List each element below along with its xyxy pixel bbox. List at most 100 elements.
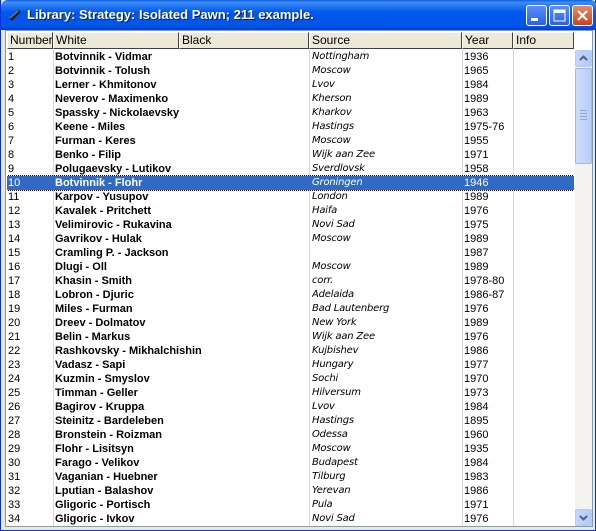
column-header-year[interactable]: Year bbox=[462, 32, 513, 49]
row-number: 34 bbox=[8, 513, 21, 525]
thumb-grip bbox=[580, 113, 587, 114]
row-year: 1958 bbox=[464, 163, 489, 175]
table-row[interactable]: 27 Steinitz - Bardeleben Hastings 1895 bbox=[7, 414, 574, 428]
table-row[interactable]: 32 Lputian - Balashov Yerevan 1986 bbox=[7, 484, 574, 498]
row-number: 30 bbox=[8, 457, 21, 469]
row-year: 1989 bbox=[464, 261, 489, 273]
table-row[interactable]: 16 Dlugi - Oll Moscow 1989 bbox=[7, 260, 574, 274]
close-button[interactable] bbox=[572, 5, 593, 26]
row-number: 6 bbox=[8, 121, 15, 133]
table-row[interactable]: 26 Bagirov - Kruppa Lvov 1984 bbox=[7, 400, 574, 414]
row-source: Hilversum bbox=[312, 387, 361, 398]
table-row[interactable]: 19 Miles - Furman Bad Lautenberg 1976 bbox=[7, 302, 574, 316]
table-row[interactable]: 10 Botvinnik - Flohr Groningen 1946 bbox=[7, 175, 574, 191]
row-players: Lobron - Djuric bbox=[55, 289, 134, 301]
row-players: Botvinnik - Tolush bbox=[55, 65, 151, 77]
table-row[interactable]: 11 Karpov - Yusupov London 1989 bbox=[7, 190, 574, 204]
row-source: Moscow bbox=[312, 65, 351, 76]
row-source bbox=[312, 246, 460, 260]
row-year: 1986 bbox=[464, 345, 489, 357]
table-row[interactable]: 14 Gavrikov - Hulak Moscow 1989 bbox=[7, 232, 574, 246]
column-header-white[interactable]: White bbox=[53, 32, 179, 49]
scroll-thumb[interactable] bbox=[575, 68, 592, 164]
row-source: Hungary bbox=[312, 359, 354, 370]
row-number: 22 bbox=[8, 345, 21, 357]
row-year: 1989 bbox=[464, 93, 489, 105]
row-source: Kherson bbox=[312, 93, 352, 104]
row-number: 33 bbox=[8, 499, 21, 511]
row-number: 20 bbox=[8, 317, 21, 329]
row-number: 29 bbox=[8, 443, 21, 455]
row-source: Hastings bbox=[312, 415, 354, 426]
row-source: Lvov bbox=[312, 79, 335, 90]
row-number: 25 bbox=[8, 387, 21, 399]
table-row[interactable]: 22 Rashkovsky - Mikhalchishin Kujbishev 198… bbox=[7, 344, 574, 358]
scroll-up-button[interactable] bbox=[575, 50, 592, 67]
table-row[interactable]: 8 Benko - Filip Wijk aan Zee 1971 bbox=[7, 148, 574, 162]
row-number: 23 bbox=[8, 359, 21, 371]
row-number: 17 bbox=[8, 275, 21, 287]
row-players: Gligoric - Ivkov bbox=[55, 513, 135, 525]
table-row[interactable]: 30 Farago - Velikov Budapest 1984 bbox=[7, 456, 574, 470]
thumb-grip bbox=[580, 110, 587, 111]
table-row[interactable]: 31 Vaganian - Huebner Tilburg 1983 bbox=[7, 470, 574, 484]
table-row[interactable]: 4 Neverov - Maximenko Kherson 1989 bbox=[7, 92, 574, 106]
table-row[interactable]: 18 Lobron - Djuric Adelaida 1986-87 bbox=[7, 288, 574, 302]
row-source: London bbox=[312, 191, 348, 202]
row-number: 13 bbox=[8, 219, 21, 231]
row-source: Sverdlovsk bbox=[312, 163, 365, 174]
library-window: Library: Strategy: Isolated Pawn; 211 ex… bbox=[0, 0, 596, 531]
table-row[interactable]: 5 Spassky - Nickolaevsky Kharkov 1963 bbox=[7, 106, 574, 120]
table-row[interactable]: 2 Botvinnik - Tolush Moscow 1965 bbox=[7, 64, 574, 78]
table-row[interactable]: 21 Belin - Markus Wijk aan Zee 1976 bbox=[7, 330, 574, 344]
scroll-down-button[interactable] bbox=[575, 509, 592, 526]
row-year: 1971 bbox=[464, 149, 489, 161]
row-source: Moscow bbox=[312, 233, 351, 244]
row-year: 1975 bbox=[464, 219, 489, 231]
minimize-button[interactable] bbox=[526, 5, 547, 26]
table-row[interactable]: 15 Cramling P. - Jackson 1987 bbox=[7, 246, 574, 260]
table-row[interactable]: 20 Dreev - Dolmatov New York 1989 bbox=[7, 316, 574, 330]
column-header-number[interactable]: Number bbox=[7, 32, 53, 49]
row-players: Bronstein - Roizman bbox=[55, 429, 162, 441]
table-row[interactable]: 17 Khasin - Smith corr. 1978-80 bbox=[7, 274, 574, 288]
row-year: 1975-76 bbox=[464, 121, 505, 133]
table-row[interactable]: 9 Polugaevsky - Lutikov Sverdlovsk 1958 bbox=[7, 162, 574, 176]
row-year: 1987 bbox=[464, 247, 489, 259]
maximize-button[interactable] bbox=[549, 5, 570, 26]
column-header-black[interactable]: Black bbox=[179, 32, 309, 49]
row-players: Benko - Filip bbox=[55, 149, 121, 161]
table-row[interactable]: 34 Gligoric - Ivkov Novi Sad 1976 bbox=[7, 512, 574, 526]
row-number: 28 bbox=[8, 429, 21, 441]
table-row[interactable]: 33 Gligoric - Portisch Pula 1971 bbox=[7, 498, 574, 512]
table-row[interactable]: 13 Velimirovic - Rukavina Novi Sad 1975 bbox=[7, 218, 574, 232]
column-header-source[interactable]: Source bbox=[309, 32, 462, 49]
row-source: Bad Lautenberg bbox=[312, 303, 390, 314]
row-year: 1970 bbox=[464, 373, 489, 385]
vertical-scrollbar[interactable] bbox=[575, 50, 592, 526]
table-row[interactable]: 12 Kavalek - Pritchett Haifa 1976 bbox=[7, 204, 574, 218]
table-row[interactable]: 29 Flohr - Lisitsyn Moscow 1935 bbox=[7, 442, 574, 456]
row-source: Lvov bbox=[312, 401, 335, 412]
row-year: 1976 bbox=[464, 303, 489, 315]
row-number: 11 bbox=[8, 191, 20, 203]
row-year: 1983 bbox=[464, 471, 489, 483]
row-source: Kharkov bbox=[312, 107, 352, 118]
table-row[interactable]: 7 Furman - Keres Moscow 1955 bbox=[7, 134, 574, 148]
title-bar[interactable]: Library: Strategy: Isolated Pawn; 211 ex… bbox=[1, 0, 596, 30]
row-year: 1976 bbox=[464, 513, 489, 525]
table-row[interactable]: 23 Vadasz - Sapi Hungary 1977 bbox=[7, 358, 574, 372]
table-row[interactable]: 24 Kuzmin - Smyslov Sochi 1970 bbox=[7, 372, 574, 386]
table-row[interactable]: 28 Bronstein - Roizman Odessa 1960 bbox=[7, 428, 574, 442]
row-source: Nottingham bbox=[312, 51, 370, 62]
column-header-info[interactable]: Info bbox=[513, 32, 574, 49]
table-row[interactable]: 3 Lerner - Khmitonov Lvov 1984 bbox=[7, 78, 574, 92]
table-row[interactable]: 6 Keene - Miles Hastings 1975-76 bbox=[7, 120, 574, 134]
row-players: Botvinnik - Flohr bbox=[55, 177, 143, 189]
table-row[interactable]: 1 Botvinnik - Vidmar Nottingham 1936 bbox=[7, 50, 574, 64]
row-year: 1935 bbox=[464, 443, 489, 455]
minimize-icon bbox=[531, 18, 538, 21]
arrow-down-icon bbox=[579, 515, 588, 521]
row-players: Velimirovic - Rukavina bbox=[55, 219, 172, 231]
table-row[interactable]: 25 Timman - Geller Hilversum 1973 bbox=[7, 386, 574, 400]
